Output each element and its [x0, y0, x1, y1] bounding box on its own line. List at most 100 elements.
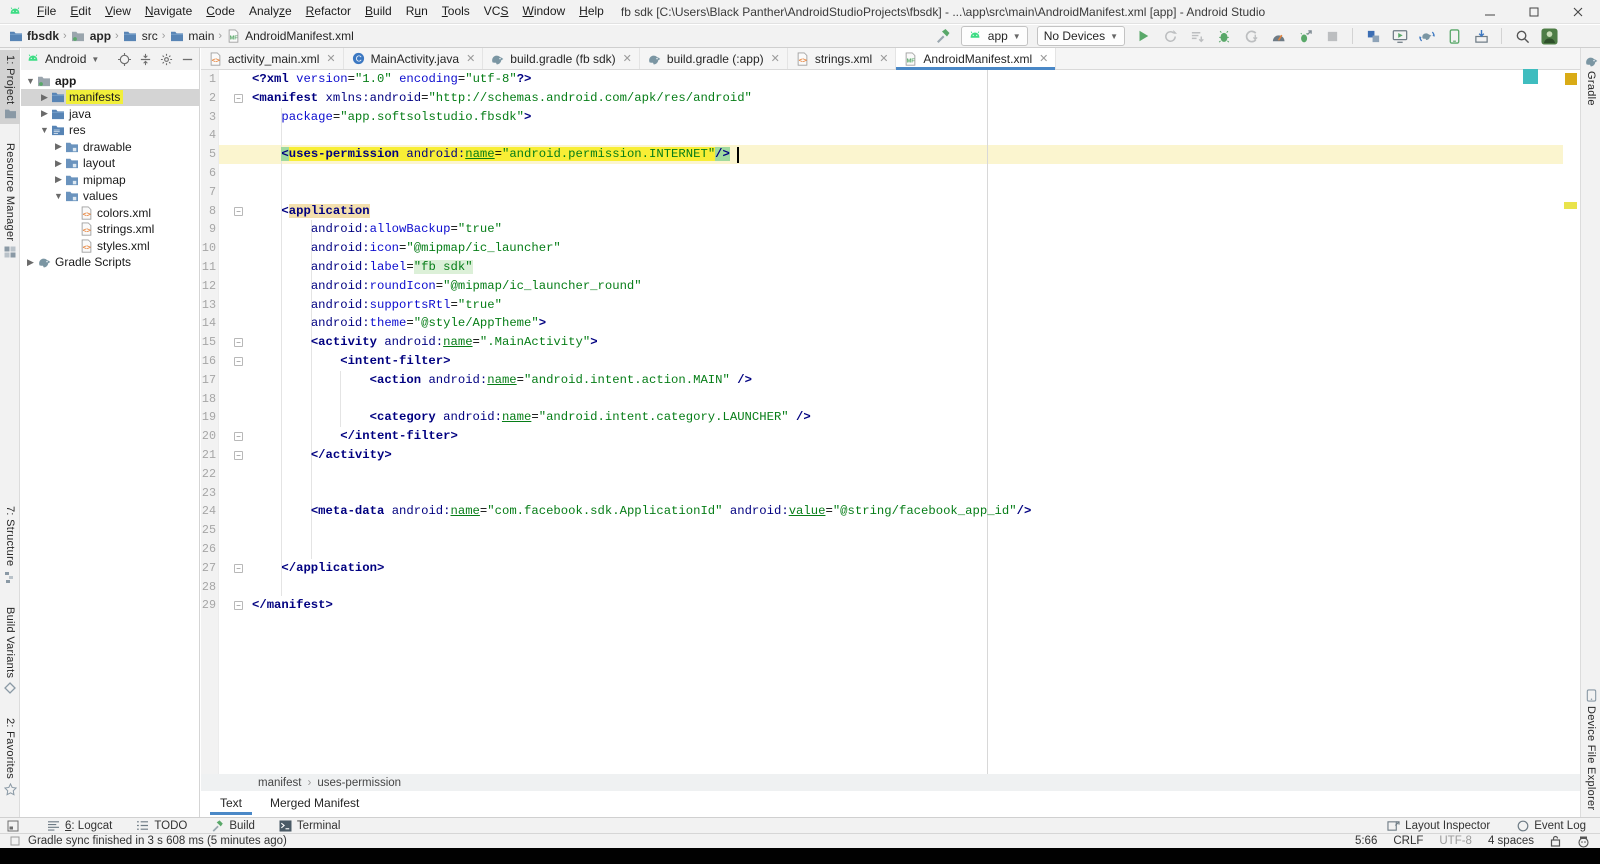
tree-item-java[interactable]: ▶java — [21, 105, 199, 122]
profile-or-debug-apk-icon[interactable] — [1364, 27, 1382, 45]
inspection-indicator[interactable] — [1565, 73, 1577, 85]
tab-close-icon[interactable]: ✕ — [623, 52, 632, 65]
tree-open-arrow-icon[interactable]: ▼ — [53, 191, 64, 201]
status-message[interactable]: Gradle sync finished in 3 s 608 ms (5 mi… — [28, 835, 287, 847]
fold-marker-icon[interactable]: − — [234, 451, 243, 460]
tree-item-gradle-scripts[interactable]: ▶Gradle Scripts — [21, 254, 199, 271]
tree-item-drawable[interactable]: ▶drawable — [21, 138, 199, 155]
line-separator-widget[interactable]: CRLF — [1393, 835, 1423, 847]
fold-marker-icon[interactable]: − — [234, 207, 243, 216]
menu-help[interactable]: Help — [572, 0, 611, 23]
tree-item-styles-xml[interactable]: <>styles.xml — [21, 237, 199, 254]
tool-window-button-7--structure[interactable]: 7: Structure — [0, 501, 20, 587]
avd-manager-icon[interactable] — [1391, 27, 1409, 45]
tree-item-res[interactable]: ▼res — [21, 122, 199, 139]
tree-closed-arrow-icon[interactable]: ▶ — [53, 141, 64, 152]
tool-window-button-1--project[interactable]: 1: Project — [0, 50, 20, 124]
view-tab-merged-manifest[interactable]: Merged Manifest — [256, 791, 373, 815]
menu-window[interactable]: Window — [515, 0, 572, 23]
breadcrumb-item-app[interactable]: app — [71, 29, 111, 44]
stop-icon[interactable] — [1323, 27, 1341, 45]
xml-breadcrumb-uses-permission[interactable]: uses-permission — [317, 777, 401, 789]
tool-window-button-resource-manager[interactable]: Resource Manager — [0, 138, 20, 262]
minimize-button[interactable] — [1468, 0, 1512, 23]
editor-tab-mainactivity-java[interactable]: CMainActivity.java✕ — [344, 48, 484, 69]
tree-item-manifests[interactable]: ▶manifests — [21, 89, 199, 106]
fold-marker-icon[interactable]: − — [234, 357, 243, 366]
tree-item-values[interactable]: ▼values — [21, 188, 199, 205]
menu-code[interactable]: Code — [199, 0, 242, 23]
tree-closed-arrow-icon[interactable]: ▶ — [53, 174, 64, 185]
settings-gear-icon[interactable] — [158, 51, 174, 67]
indent-widget[interactable]: 4 spaces — [1488, 835, 1534, 847]
tool-window-button-2--favorites[interactable]: 2: Favorites — [0, 713, 20, 801]
attach-debugger-to-android-process-icon[interactable] — [1296, 27, 1314, 45]
tree-open-arrow-icon[interactable]: ▼ — [25, 76, 36, 86]
tool-window-button-terminal[interactable]: Terminal — [279, 819, 340, 832]
fold-marker-icon[interactable]: − — [234, 338, 243, 347]
breadcrumb-item-fbsdk[interactable]: fbsdk — [8, 29, 59, 44]
project-view-mode[interactable]: Android — [45, 52, 86, 66]
tool-window-button-build[interactable]: Build — [211, 819, 255, 832]
tree-item-layout[interactable]: ▶layout — [21, 155, 199, 172]
menu-navigate[interactable]: Navigate — [138, 0, 199, 23]
profile-icon[interactable] — [1269, 27, 1287, 45]
encoding-widget[interactable]: UTF-8 — [1439, 835, 1472, 847]
tool-window-button-gradle[interactable]: Gradle — [1581, 50, 1600, 111]
tree-closed-arrow-icon[interactable]: ▶ — [25, 257, 36, 268]
editor-tab-androidmanifest-xml[interactable]: MFAndroidManifest.xml✕ — [896, 48, 1056, 69]
collapse-all-icon[interactable] — [137, 51, 153, 67]
tab-close-icon[interactable]: ✕ — [326, 52, 335, 65]
fold-marker-icon[interactable]: − — [234, 564, 243, 573]
tool-window-switcher-icon[interactable] — [6, 819, 19, 832]
tree-item-strings-xml[interactable]: <>strings.xml — [21, 221, 199, 238]
tree-open-arrow-icon[interactable]: ▼ — [39, 125, 50, 135]
menu-tools[interactable]: Tools — [435, 0, 477, 23]
debug-icon[interactable] — [1215, 27, 1233, 45]
tool-window-button-6--logcat[interactable]: 6: Logcat — [47, 819, 112, 832]
view-tab-text[interactable]: Text — [206, 791, 256, 815]
breadcrumb-item-androidmanifest-xml[interactable]: MFAndroidManifest.xml — [226, 29, 354, 44]
tab-close-icon[interactable]: ✕ — [771, 52, 780, 65]
menu-view[interactable]: View — [98, 0, 138, 23]
tree-closed-arrow-icon[interactable]: ▶ — [39, 108, 50, 119]
breadcrumb-item-src[interactable]: src — [123, 29, 158, 44]
close-button[interactable] — [1556, 0, 1600, 23]
menu-run[interactable]: Run — [399, 0, 435, 23]
device-dropdown[interactable]: No Devices▼ — [1037, 26, 1125, 46]
menu-file[interactable]: File — [30, 0, 63, 23]
run-icon[interactable] — [1134, 27, 1152, 45]
apply-code-changes-icon[interactable] — [1188, 27, 1206, 45]
error-stripe-mark[interactable] — [1564, 202, 1577, 209]
menu-build[interactable]: Build — [358, 0, 399, 23]
tree-item-mipmap[interactable]: ▶mipmap — [21, 171, 199, 188]
tree-item-colors-xml[interactable]: <>colors.xml — [21, 204, 199, 221]
sync-project-gradle-icon[interactable] — [1418, 27, 1436, 45]
tab-close-icon[interactable]: ✕ — [1039, 52, 1048, 65]
tool-window-button-build-variants[interactable]: Build Variants — [0, 602, 20, 699]
tool-window-button-event-log[interactable]: Event Log — [1516, 819, 1586, 832]
tree-item-app[interactable]: ▼app — [21, 72, 199, 89]
device-manager-phone-icon[interactable] — [1445, 27, 1463, 45]
editor-tab-build-gradle--fb-sdk-[interactable]: build.gradle (fb sdk)✕ — [483, 48, 640, 69]
apply-changes-restart-activity-icon[interactable] — [1161, 27, 1179, 45]
tree-closed-arrow-icon[interactable]: ▶ — [39, 92, 50, 103]
xml-breadcrumb-manifest[interactable]: manifest — [258, 777, 301, 789]
fold-marker-icon[interactable]: − — [234, 432, 243, 441]
run-configuration-dropdown[interactable]: app▼ — [961, 26, 1028, 46]
menu-analyze[interactable]: Analyze — [242, 0, 299, 23]
tab-close-icon[interactable]: ✕ — [466, 52, 475, 65]
menu-refactor[interactable]: Refactor — [299, 0, 358, 23]
menu-edit[interactable]: Edit — [63, 0, 98, 23]
lock-icon[interactable] — [1550, 835, 1561, 847]
editor-tab-activity-main-xml[interactable]: <>activity_main.xml✕ — [201, 48, 344, 69]
chevron-down-icon[interactable]: ▼ — [91, 55, 99, 64]
sdk-manager-icon[interactable] — [1472, 27, 1490, 45]
locate-file-icon[interactable] — [116, 51, 132, 67]
hide-panel-icon[interactable] — [179, 51, 195, 67]
fold-marker-icon[interactable]: − — [234, 94, 243, 103]
maximize-button[interactable] — [1512, 0, 1556, 23]
make-project-icon[interactable] — [934, 27, 952, 45]
menu-vcs[interactable]: VCS — [477, 0, 516, 23]
tab-close-icon[interactable]: ✕ — [879, 52, 888, 65]
